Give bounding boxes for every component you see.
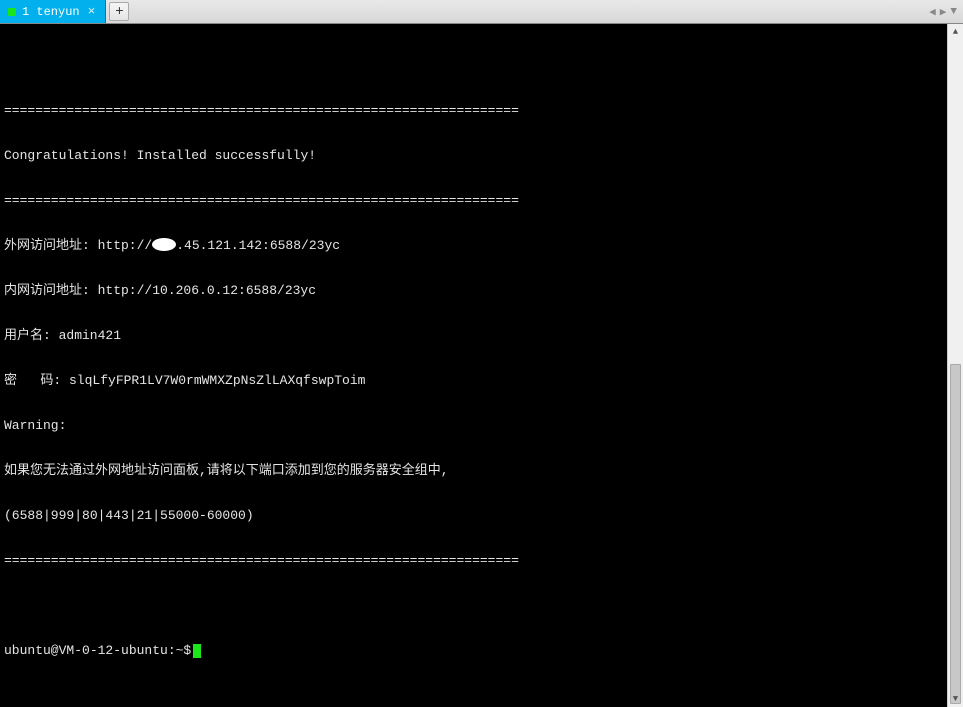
tab-navigation: ◀ ▶ ▼: [929, 0, 963, 23]
terminal-output[interactable]: ========================================…: [0, 24, 947, 707]
main-area: ========================================…: [0, 24, 963, 707]
terminal-prompt-line: ubuntu@VM-0-12-ubuntu:~$: [4, 643, 943, 658]
scroll-up-icon[interactable]: ▲: [948, 24, 963, 40]
cursor-icon: [193, 644, 201, 658]
tab-menu-icon[interactable]: ▼: [950, 6, 957, 18]
terminal-divider: ========================================…: [4, 103, 943, 118]
terminal-warning-title: Warning:: [4, 418, 943, 433]
terminal-divider: ========================================…: [4, 553, 943, 568]
vertical-scrollbar[interactable]: ▲ ▼: [947, 24, 963, 707]
tab-label: 1 tenyun: [22, 5, 80, 19]
terminal-blank-line: [4, 598, 943, 613]
terminal-password: 密 码: slqLfyFPR1LV7W0rmWMXZpNsZlLAXqfswpT…: [4, 373, 943, 388]
terminal-internal-url: 内网访问地址: http://10.206.0.12:6588/23yc: [4, 283, 943, 298]
terminal-external-url: 外网访问地址: http://.45.121.142:6588/23yc: [4, 238, 943, 253]
scroll-thumb[interactable]: [950, 364, 961, 704]
terminal-warning-text: 如果您无法通过外网地址访问面板,请将以下端口添加到您的服务器安全组中,: [4, 463, 943, 478]
terminal-prompt: ubuntu@VM-0-12-ubuntu:~$: [4, 643, 191, 658]
tab-next-icon[interactable]: ▶: [940, 5, 947, 19]
terminal-username: 用户名: admin421: [4, 328, 943, 343]
tab-prev-icon[interactable]: ◀: [929, 5, 936, 19]
redacted-ip-icon: [152, 238, 176, 251]
terminal-congrats: Congratulations! Installed successfully!: [4, 148, 943, 163]
new-tab-button[interactable]: +: [109, 2, 129, 21]
scroll-down-icon[interactable]: ▼: [948, 691, 963, 707]
terminal-divider: ========================================…: [4, 193, 943, 208]
close-icon[interactable]: ×: [86, 4, 98, 19]
terminal-blank-line: [4, 58, 943, 73]
tab-tenyun[interactable]: 1 tenyun ×: [0, 0, 106, 23]
tab-bar: 1 tenyun × + ◀ ▶ ▼: [0, 0, 963, 24]
terminal-ports: (6588|999|80|443|21|55000-60000): [4, 508, 943, 523]
connection-status-indicator: [8, 8, 16, 16]
